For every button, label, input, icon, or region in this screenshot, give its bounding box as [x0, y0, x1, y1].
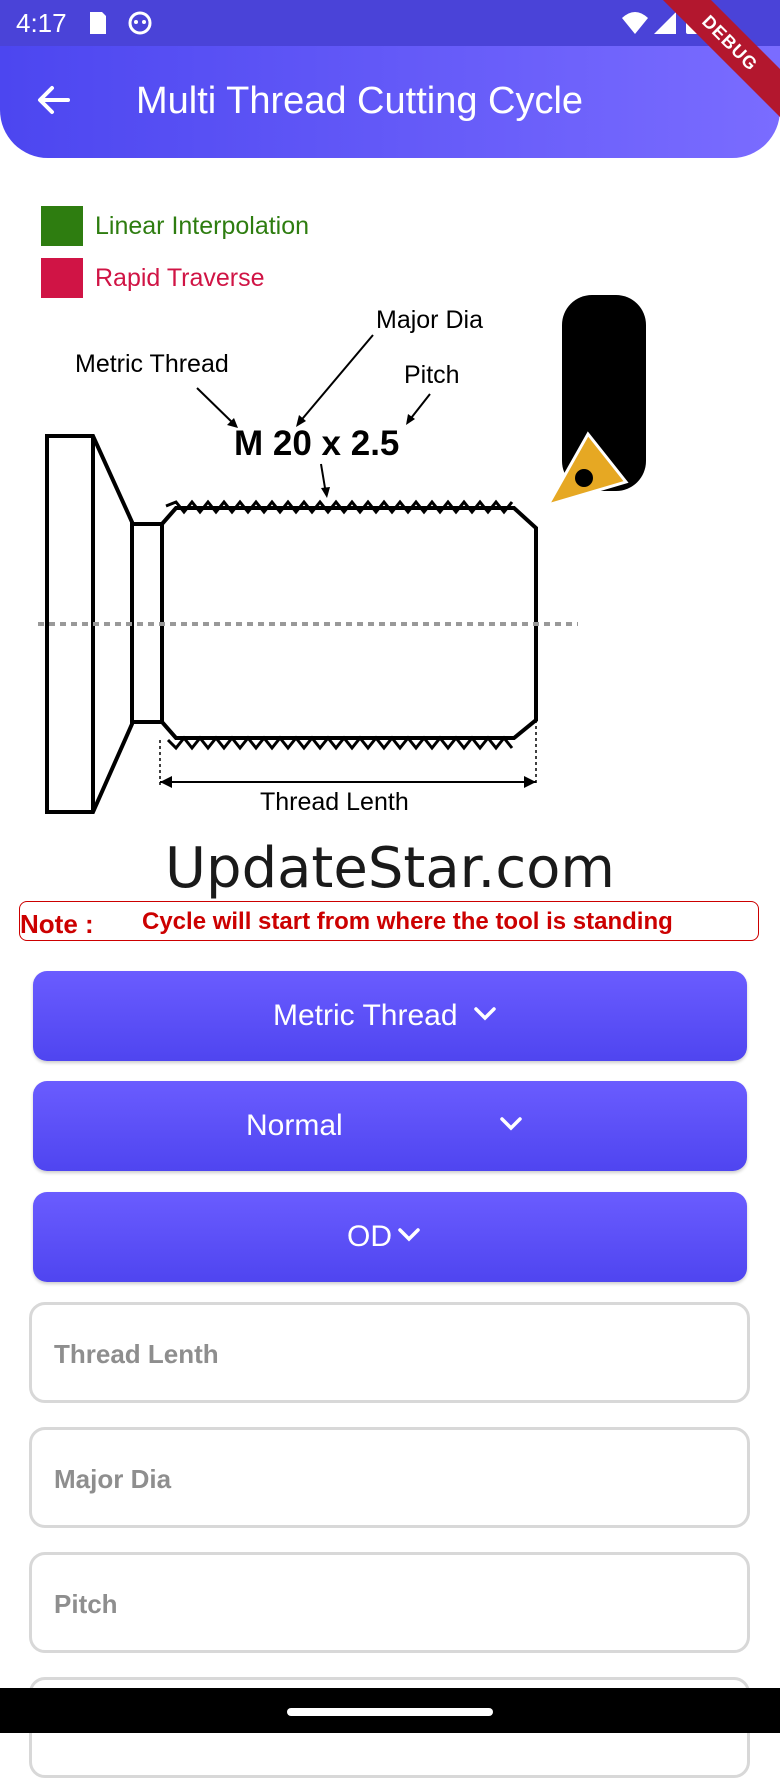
major-dia-input[interactable]: [52, 1456, 696, 1502]
thread-length-field: [29, 1302, 750, 1403]
thread-type-value: Metric Thread: [273, 999, 458, 1032]
watermark: UpdateStar.com: [165, 836, 615, 901]
face-icon: [128, 11, 152, 35]
side-value: OD: [347, 1220, 392, 1253]
relief-neck: [130, 522, 164, 724]
label-metric-thread: Metric Thread: [75, 350, 229, 378]
debug-banner: DEBUG: [660, 0, 780, 120]
thread-type-dropdown[interactable]: Metric Thread: [33, 971, 747, 1061]
chevron-down-icon: [500, 1117, 522, 1131]
mode-value: Normal: [246, 1109, 343, 1142]
legend-label-linear: Linear Interpolation: [95, 211, 310, 240]
legend-swatch-green: [41, 206, 83, 246]
label-major-dia: Major Dia: [376, 306, 483, 334]
back-button[interactable]: [30, 76, 78, 124]
arrow-back-icon: [38, 86, 70, 114]
label-designation: M 20 x 2.5: [234, 424, 399, 463]
thread-diagram: Metric Thread Major Dia Pitch M 20 x 2.5…: [38, 295, 646, 816]
note-text: Cycle will start from where the tool is …: [142, 908, 673, 935]
pitch-field: [29, 1552, 750, 1653]
sd-card-icon: [90, 12, 106, 34]
mode-dropdown[interactable]: Normal: [33, 1081, 747, 1171]
page-title: Multi Thread Cutting Cycle: [136, 80, 584, 122]
note-box: Note : Cycle will start from where the t…: [19, 901, 759, 941]
tool-insert-hole: [575, 469, 593, 487]
debug-ribbon-container: DEBUG: [660, 0, 780, 120]
wifi-icon: [622, 12, 648, 34]
major-dia-field: [29, 1427, 750, 1528]
side-dropdown[interactable]: OD: [33, 1192, 747, 1282]
thread-length-input[interactable]: [52, 1331, 696, 1377]
label-thread-length: Thread Lenth: [260, 788, 409, 816]
note-prefix: Note :: [20, 909, 94, 939]
legend-linear: Linear Interpolation: [41, 206, 309, 246]
chevron-down-icon: [398, 1228, 420, 1242]
status-time: 4:17: [16, 8, 67, 38]
label-pitch: Pitch: [404, 361, 460, 389]
pitch-input[interactable]: [52, 1581, 696, 1627]
home-gesture-handle[interactable]: [287, 1708, 493, 1716]
notification-icons: [86, 10, 156, 41]
chevron-down-icon: [474, 1007, 496, 1021]
system-nav-bar: [0, 1688, 780, 1733]
